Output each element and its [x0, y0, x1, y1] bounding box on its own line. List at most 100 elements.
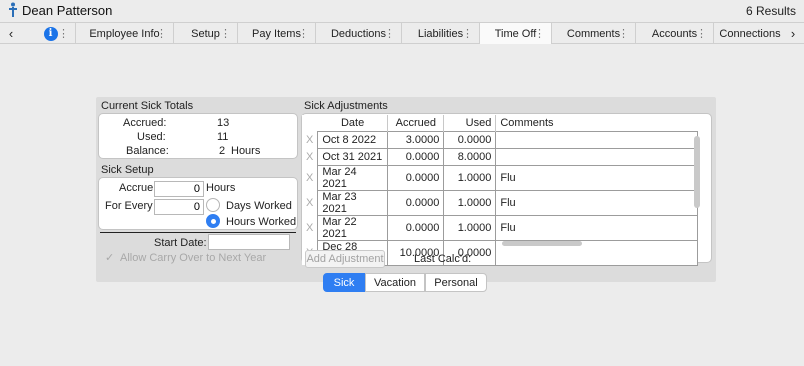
days-worked-label: Days Worked — [226, 200, 292, 212]
tab-label: Comments — [566, 27, 621, 40]
accrue-input[interactable] — [154, 181, 204, 197]
sick-totals-title: Current Sick Totals — [101, 100, 194, 112]
column-header-date[interactable]: Date — [317, 115, 389, 131]
used-cell[interactable]: 1.0000 — [443, 189, 497, 216]
accrued-value: 13 — [217, 117, 230, 129]
used-cell[interactable]: 0.0000 — [443, 130, 497, 149]
tab-menu-icon[interactable]: ⋮ — [156, 27, 167, 40]
for-every-input[interactable] — [154, 199, 204, 215]
title-bar: Dean Patterson 6 Results — [0, 0, 804, 20]
used-cell[interactable]: 8.0000 — [443, 147, 497, 166]
tab-menu-icon[interactable]: ⋮ — [298, 27, 309, 40]
time-off-panel: Current Sick Totals Accrued: 13 Used: 11… — [96, 97, 716, 282]
delete-row-icon[interactable]: X — [302, 215, 318, 240]
balance-value: 2 — [219, 145, 226, 157]
tab-menu-icon[interactable]: ⋮ — [384, 27, 395, 40]
segment-sick[interactable]: Sick — [323, 273, 365, 292]
comment-cell[interactable] — [495, 130, 699, 149]
tab-label: Employee Info — [89, 27, 160, 40]
tab-comments[interactable]: Comments ⋮ — [552, 23, 636, 44]
date-cell[interactable]: Oct 8 2022 — [317, 130, 389, 149]
table-row[interactable]: X Oct 31 2021 0.0000 8.0000 — [302, 147, 699, 166]
used-cell[interactable]: 1.0000 — [443, 214, 497, 241]
column-header-accrued[interactable]: Accrued — [387, 115, 445, 131]
last-calc-label: Last Calc'd: — [414, 253, 472, 265]
tab-label: Liabilities — [417, 27, 464, 40]
tab-info[interactable]: i ⋮ — [26, 23, 76, 44]
table-header-row: Date Accrued Used Comments — [302, 115, 698, 131]
date-cell[interactable]: Oct 31 2021 — [317, 147, 389, 166]
delete-row-icon[interactable]: X — [302, 148, 318, 165]
accrued-label: Accrued: — [123, 117, 167, 129]
tab-employee-info[interactable]: Employee Info ⋮ — [76, 23, 174, 44]
accrued-cell[interactable]: 0.0000 — [387, 164, 445, 191]
tab-pay-items[interactable]: Pay Items ⋮ — [238, 23, 316, 44]
tab-setup[interactable]: Setup ⋮ — [174, 23, 238, 44]
sick-totals-box: Accrued: 13 Used: 11 Balance: 2 Hours — [98, 113, 298, 159]
chevron-right-icon[interactable]: › — [786, 26, 800, 41]
accrued-cell[interactable]: 0.0000 — [387, 214, 445, 241]
tab-bar: ‹ i ⋮ Employee Info ⋮ Setup ⋮ Pay Items … — [0, 22, 804, 44]
tab-menu-icon[interactable]: ⋮ — [534, 27, 545, 40]
tab-liabilities[interactable]: Liabilities ⋮ — [402, 23, 480, 44]
tab-accounts[interactable]: Accounts ⋮ — [636, 23, 714, 44]
accrue-unit: Hours — [206, 182, 236, 194]
tab-label: Connections — [719, 27, 781, 40]
info-icon: i — [43, 26, 58, 41]
tab-deductions[interactable]: Deductions ⋮ — [316, 23, 402, 44]
date-cell[interactable]: Mar 22 2021 — [317, 214, 389, 241]
tab-menu-icon[interactable]: ⋮ — [220, 27, 231, 40]
adjustments-box: Date Accrued Used Comments X Oct 8 2022 … — [301, 113, 712, 268]
hours-worked-label: Hours Worked — [226, 216, 297, 228]
comment-cell[interactable]: Flu — [495, 189, 699, 216]
accrued-cell[interactable]: 0.0000 — [387, 189, 445, 216]
tab-label: Deductions — [330, 27, 387, 40]
tab-menu-icon[interactable]: ⋮ — [618, 27, 629, 40]
for-every-label: For Every — [105, 200, 153, 212]
column-header-used[interactable]: Used — [443, 115, 497, 131]
table-row[interactable]: X Mar 24 2021 0.0000 1.0000 Flu — [302, 164, 699, 191]
sick-setup-box: Accrue Hours For Every Days Worked Hours… — [98, 177, 298, 230]
delete-row-icon[interactable]: X — [302, 190, 318, 215]
start-date-input[interactable] — [208, 234, 290, 250]
hours-worked-radio[interactable] — [206, 214, 220, 228]
segment-personal[interactable]: Personal — [425, 273, 487, 292]
balance-label: Balance: — [126, 145, 169, 157]
adjustments-title: Sick Adjustments — [304, 100, 388, 112]
person-icon — [9, 2, 17, 17]
used-label: Used: — [137, 131, 166, 143]
date-cell[interactable]: Mar 23 2021 — [317, 189, 389, 216]
accrued-cell[interactable]: 3.0000 — [387, 130, 445, 149]
results-count: 6 Results — [745, 4, 796, 18]
days-worked-radio[interactable] — [206, 198, 220, 212]
comment-cell[interactable]: Flu — [495, 164, 699, 191]
tab-label: Accounts — [651, 27, 698, 40]
tab-label: Pay Items — [252, 27, 301, 40]
sick-setup-title: Sick Setup — [101, 164, 154, 176]
date-cell[interactable]: Mar 24 2021 — [317, 164, 389, 191]
tab-menu-icon[interactable]: ⋮ — [696, 27, 707, 40]
add-adjustment-button[interactable]: Add Adjustment — [305, 250, 385, 268]
delete-row-icon[interactable]: X — [302, 131, 318, 148]
chevron-left-icon[interactable]: ‹ — [4, 26, 18, 41]
carry-over-label: Allow Carry Over to Next Year — [120, 252, 267, 264]
tab-connections[interactable]: Connections — [714, 23, 786, 44]
vertical-scrollbar[interactable] — [694, 136, 700, 208]
horizontal-scrollbar[interactable] — [502, 241, 582, 246]
carry-over-checkbox[interactable]: ✓ — [105, 251, 114, 264]
table-row[interactable]: X Mar 22 2021 0.0000 1.0000 Flu — [302, 214, 699, 241]
used-cell[interactable]: 1.0000 — [443, 164, 497, 191]
tab-time-off[interactable]: Time Off ⋮ — [480, 23, 552, 44]
start-date-label: Start Date: — [154, 237, 207, 249]
table-row[interactable]: X Mar 23 2021 0.0000 1.0000 Flu — [302, 189, 699, 216]
comment-cell[interactable] — [495, 147, 699, 166]
tab-menu-icon[interactable]: ⋮ — [462, 27, 473, 40]
accrue-label: Accrue — [119, 182, 154, 194]
accrued-cell[interactable]: 0.0000 — [387, 147, 445, 166]
column-header-comments[interactable]: Comments — [495, 115, 698, 131]
tab-menu-icon[interactable]: ⋮ — [58, 27, 69, 40]
table-row[interactable]: X Oct 8 2022 3.0000 0.0000 — [302, 130, 699, 149]
delete-row-icon[interactable]: X — [302, 165, 318, 190]
segment-vacation[interactable]: Vacation — [365, 273, 425, 292]
comment-cell[interactable]: Flu — [495, 214, 699, 241]
